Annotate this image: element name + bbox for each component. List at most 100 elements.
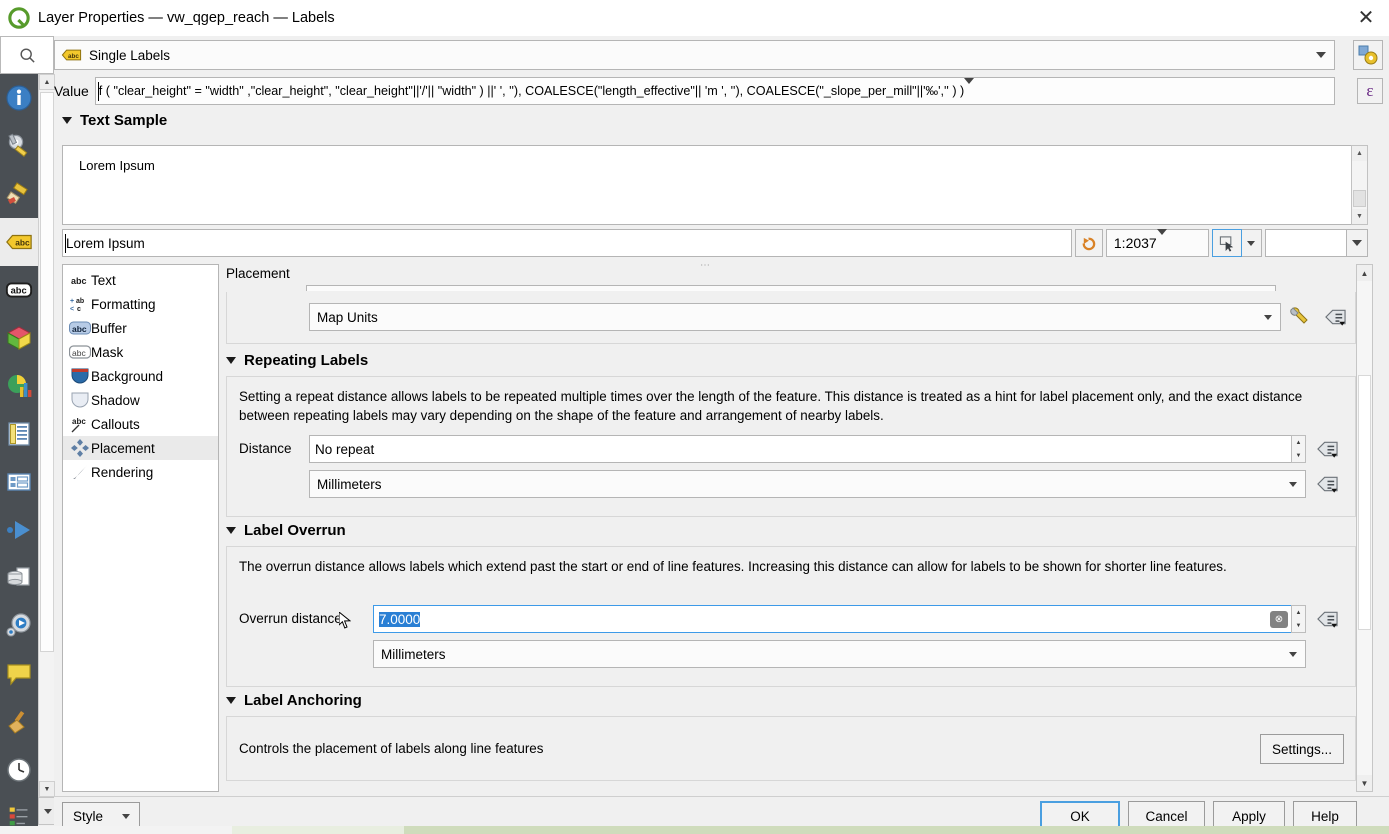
sidebar-item-labels[interactable]: abc (0, 218, 38, 266)
chevron-down-icon[interactable] (1289, 641, 1297, 667)
panel-item-mask[interactable]: abc Mask (63, 340, 218, 364)
collapse-triangle-icon (226, 357, 236, 364)
scroll-down-arrow-icon[interactable]: ▼ (1357, 775, 1372, 791)
placement-units-data-defined-button[interactable] (1323, 306, 1347, 328)
panel-item-rendering[interactable]: Rendering (63, 460, 218, 484)
repeating-units-select[interactable]: Millimeters (309, 470, 1306, 498)
overrun-distance-label: Overrun distance (239, 611, 342, 626)
scroll-down-arrow-icon[interactable]: ▼ (39, 781, 55, 797)
gear-play-icon (6, 613, 31, 637)
overrun-distance-data-defined-button[interactable] (1315, 608, 1339, 630)
text-sample-preview[interactable]: Lorem Ipsum ▲ ▼ (62, 145, 1368, 225)
sidebar-item-attributes-form[interactable] (0, 458, 38, 506)
revert-sample-button[interactable] (1074, 229, 1103, 257)
placement-mode-select-partial[interactable] (306, 285, 1276, 291)
data-defined-override-icon (1316, 441, 1338, 458)
font-preview-select[interactable] (1264, 229, 1369, 257)
repeating-labels-group-header[interactable]: Repeating Labels (226, 352, 368, 369)
chevron-down-icon[interactable] (1346, 229, 1369, 257)
sidebar-item-symbology[interactable] (0, 170, 38, 218)
apply-button-label: Apply (1232, 808, 1266, 824)
svg-text:c: c (77, 306, 81, 312)
sidebar-item-information[interactable] (0, 74, 38, 122)
panel-item-background[interactable]: Background (63, 364, 218, 388)
chevron-down-icon[interactable] (1264, 304, 1272, 330)
overrun-units-select[interactable]: Millimeters (373, 640, 1306, 668)
text-sample-scrollbar[interactable]: ▲ ▼ (1351, 145, 1368, 225)
sidebar-item-diagrams[interactable] (0, 362, 38, 410)
spinner-down-icon[interactable]: ▼ (1292, 619, 1305, 632)
broom-icon (8, 711, 25, 734)
sidebar-item-rendering[interactable] (0, 698, 38, 746)
chevron-down-icon[interactable] (1308, 41, 1334, 69)
search-input[interactable] (0, 36, 54, 74)
overrun-distance-input[interactable]: 7.0000 ⊗ ▲ ▼ (373, 605, 1306, 633)
labeling-mode-row: abc Single Labels (54, 40, 1335, 70)
labels-abc-icon: abc (6, 234, 32, 250)
label-anchoring-settings-button[interactable]: Settings... (1259, 734, 1344, 764)
pick-scale-from-map-button[interactable] (1212, 229, 1242, 257)
value-expression-input[interactable]: f ( "clear_height" = "width" ,"clear_hei… (94, 77, 1335, 105)
legend-icon (9, 807, 28, 825)
scroll-thumb[interactable] (1353, 190, 1366, 207)
panel-item-buffer[interactable]: abc Buffer (63, 316, 218, 340)
spinner-buttons[interactable]: ▲ ▼ (1291, 435, 1306, 463)
repeating-distance-data-defined-button[interactable] (1315, 438, 1339, 460)
sidebar-item-display[interactable] (0, 650, 38, 698)
expression-builder-button[interactable]: ε (1357, 78, 1383, 104)
sidebar-item-actions[interactable] (0, 602, 38, 650)
spinner-down-icon[interactable]: ▼ (1292, 449, 1305, 462)
sidebar-item-3d-view[interactable] (0, 314, 38, 362)
placement-units-select[interactable]: Map Units (309, 303, 1281, 331)
clear-x-icon[interactable]: ⊗ (1270, 611, 1288, 628)
rail-scrollbar[interactable]: ▲ ▼ (38, 74, 55, 797)
panel-item-formatting[interactable]: + ab < c Formatting (63, 292, 218, 316)
placement-units-wrench-button[interactable] (1287, 306, 1311, 328)
settings-button-label: Settings... (1271, 741, 1332, 757)
text-sample-group-header[interactable]: Text Sample (62, 112, 167, 129)
repeating-distance-input[interactable]: No repeat ▲ ▼ (309, 435, 1306, 463)
pick-scale-options-button[interactable] (1241, 229, 1262, 257)
revert-arrow-icon (1083, 237, 1096, 250)
spinner-up-icon[interactable]: ▲ (1292, 436, 1305, 449)
table-fields-icon (8, 422, 30, 446)
content-scrollbar[interactable]: ▲ ▼ (1356, 264, 1373, 792)
labeling-mode-select[interactable]: abc Single Labels (54, 40, 1335, 70)
scroll-up-arrow-icon[interactable]: ▲ (1357, 265, 1372, 281)
label-anchoring-header-label: Label Anchoring (244, 692, 362, 709)
panel-item-label: Formatting (91, 296, 156, 312)
panel-item-placement[interactable]: Placement (63, 436, 218, 460)
scroll-down-arrow-icon[interactable]: ▼ (1352, 209, 1367, 224)
content-scroll-thumb[interactable] (1358, 375, 1371, 630)
scroll-up-arrow-icon[interactable]: ▲ (1352, 146, 1367, 161)
spinner-up-icon[interactable]: ▲ (1292, 606, 1305, 619)
panel-item-shadow[interactable]: Shadow (63, 388, 218, 412)
chevron-down-icon[interactable] (1289, 471, 1297, 497)
chevron-down-icon[interactable] (1156, 229, 1167, 251)
sidebar-item-masks[interactable]: abc (0, 266, 38, 314)
label-anchoring-group-header[interactable]: Label Anchoring (226, 692, 362, 709)
sidebar-item-fields[interactable] (0, 410, 38, 458)
spinner-buttons[interactable]: ▲ ▼ (1291, 605, 1306, 633)
repeating-units-data-defined-button[interactable] (1315, 473, 1339, 495)
epsilon-icon: ε (1366, 81, 1374, 100)
form-layout-icon (7, 473, 31, 491)
labels-abc-icon: abc (61, 49, 82, 61)
close-icon[interactable]: ✕ (1343, 0, 1389, 36)
map-scale-select[interactable]: 1:2037 (1105, 229, 1210, 257)
sidebar-item-source[interactable] (0, 122, 38, 170)
chevron-down-icon[interactable] (964, 78, 975, 99)
text-sample-input[interactable]: Lorem Ipsum (62, 229, 1072, 257)
label-overrun-group-header[interactable]: Label Overrun (226, 522, 346, 539)
sidebar-item-joins[interactable] (0, 506, 38, 554)
labeling-settings-button[interactable] (1353, 40, 1383, 70)
sidebar-item-temporal[interactable] (0, 746, 38, 794)
cube-icon (6, 326, 32, 350)
rail-scroll-thumb[interactable] (40, 92, 54, 652)
collapse-triangle-icon (62, 117, 72, 124)
scroll-up-arrow-icon[interactable]: ▲ (39, 74, 55, 90)
panel-item-callouts[interactable]: abc Callouts (63, 412, 218, 436)
sidebar-item-auxiliary-storage[interactable] (0, 554, 38, 602)
panel-item-text[interactable]: abc Text (63, 268, 218, 292)
rail-item-list: abc abc (0, 74, 38, 797)
